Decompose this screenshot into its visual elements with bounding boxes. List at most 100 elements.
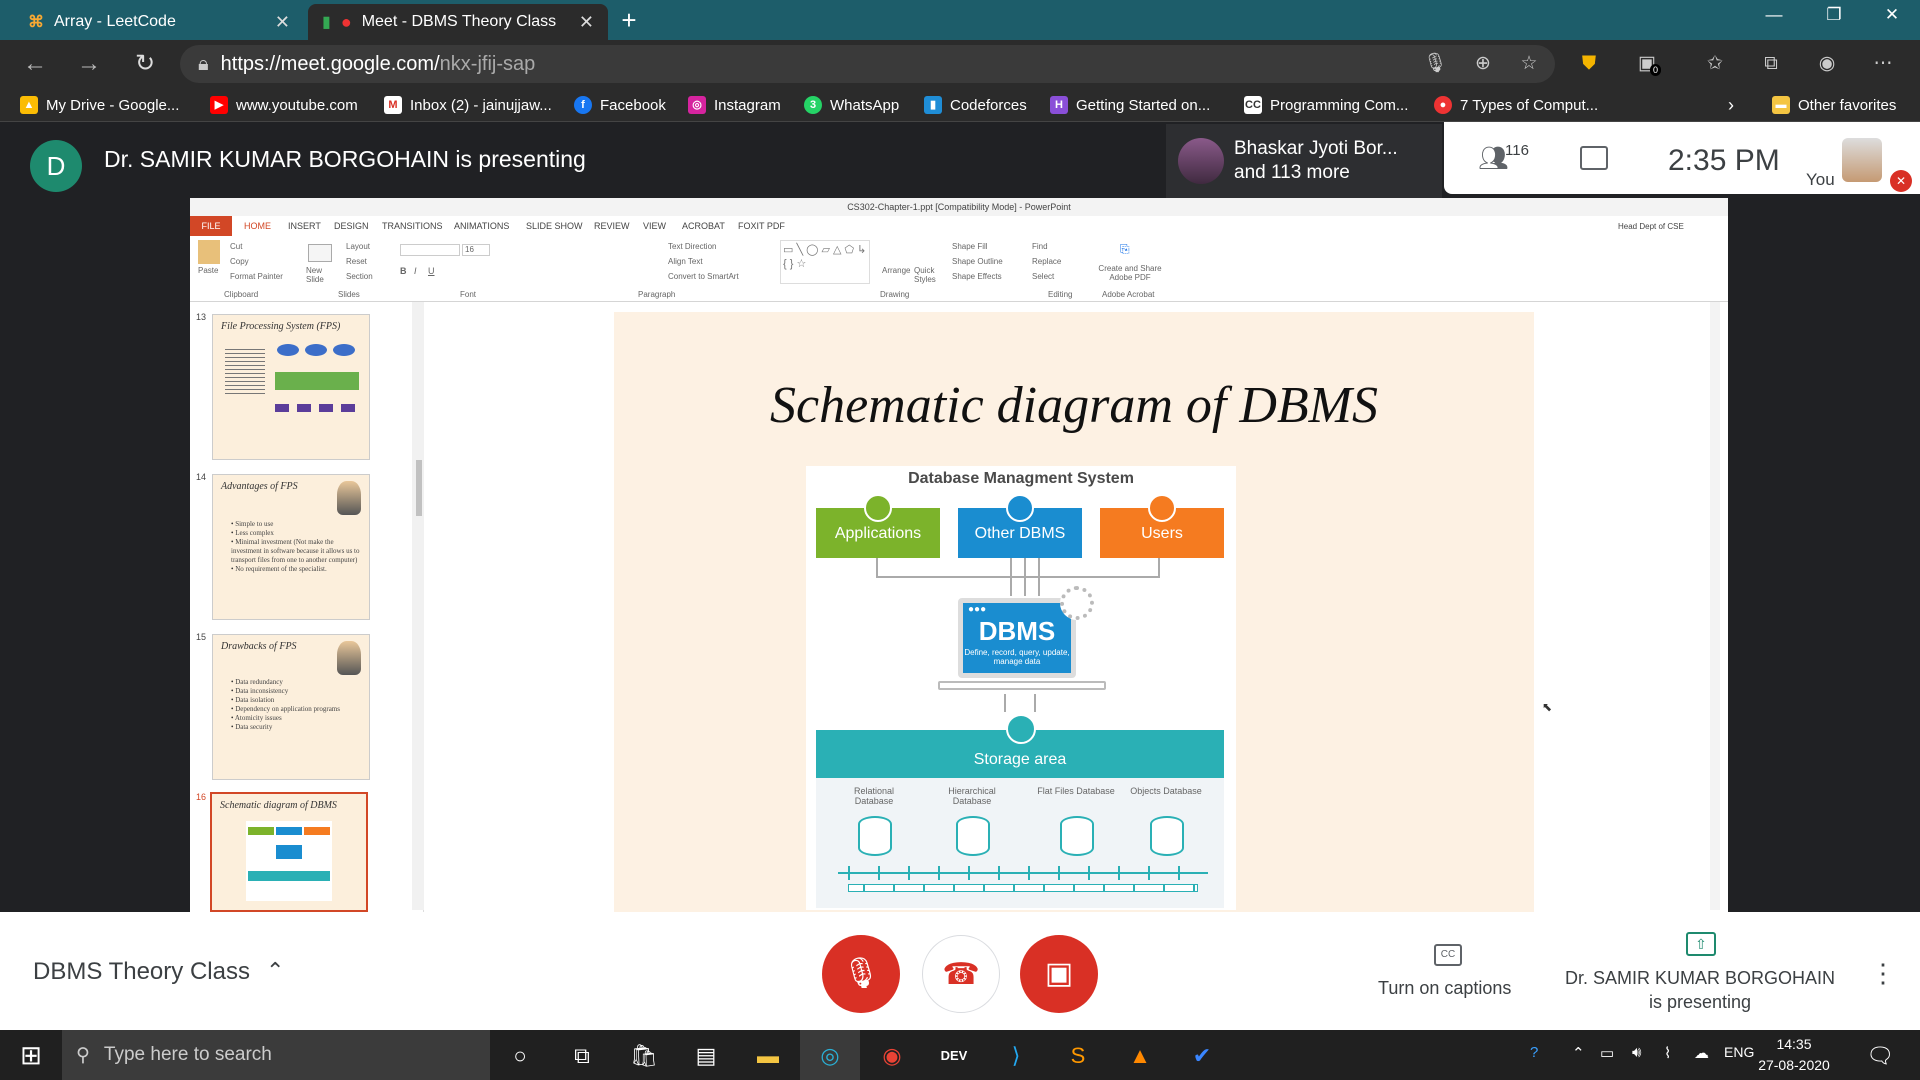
cortana-icon[interactable]: ○: [500, 1036, 540, 1076]
ppt-tab-view[interactable]: VIEW: [643, 216, 666, 236]
text-direction-button[interactable]: Text Direction: [668, 242, 716, 251]
notifications-icon[interactable]: 🗨︎: [1860, 1036, 1900, 1076]
profile-icon[interactable]: ◉: [1812, 50, 1842, 80]
slide-thumbnail-14[interactable]: Advantages of FPS Simple to use Less com…: [212, 474, 370, 620]
shape-fill-button[interactable]: Shape Fill: [952, 242, 988, 251]
todo-icon[interactable]: ✔: [1182, 1036, 1222, 1076]
thumbnail-scrollbar[interactable]: [412, 302, 424, 910]
volume-icon[interactable]: 🔊︎: [1632, 1044, 1641, 1061]
chrome-icon[interactable]: ◉: [872, 1036, 912, 1076]
align-text-button[interactable]: Align Text: [668, 257, 703, 266]
language-indicator[interactable]: ENG: [1724, 1044, 1754, 1060]
taskbar-clock[interactable]: 14:35 27-08-2020: [1754, 1034, 1834, 1076]
close-icon[interactable]: ✕: [275, 12, 290, 33]
font-name-field[interactable]: [400, 244, 460, 256]
ppt-tab-design[interactable]: DESIGN: [334, 216, 369, 236]
slide-thumbnail-13[interactable]: File Processing System (FPS): [212, 314, 370, 460]
back-button[interactable]: ←: [18, 48, 52, 82]
copy-button[interactable]: Copy: [230, 257, 249, 266]
create-share-pdf-button[interactable]: Create and Share Adobe PDF: [1092, 264, 1168, 282]
ppt-tab-transitions[interactable]: TRANSITIONS: [382, 216, 443, 236]
italic-button[interactable]: I: [414, 266, 417, 276]
menu-icon[interactable]: ⋯: [1868, 50, 1898, 80]
arrange-button[interactable]: Arrange: [882, 266, 910, 275]
microphone-icon[interactable]: 🎙︎: [1420, 50, 1450, 80]
section-button[interactable]: Section: [346, 272, 373, 281]
reload-button[interactable]: ↻: [128, 48, 162, 82]
bookmark-programming[interactable]: CC Programming Com...: [1244, 92, 1408, 118]
paste-button[interactable]: Paste: [198, 266, 218, 275]
start-button[interactable]: ⊞: [14, 1038, 48, 1072]
bookmark-other-favorites[interactable]: ▬ Other favorites: [1772, 92, 1896, 118]
forward-button[interactable]: →: [72, 48, 106, 82]
mic-toggle-button[interactable]: 🎙︎: [822, 935, 900, 1013]
chat-icon[interactable]: [1580, 146, 1608, 170]
slide-thumbnail-16[interactable]: Schematic diagram of DBMS: [210, 792, 368, 912]
close-window-button[interactable]: ✕: [1864, 0, 1920, 32]
shape-effects-button[interactable]: Shape Effects: [952, 272, 1002, 281]
extension-icon[interactable]: ▣ 0: [1632, 50, 1662, 80]
font-size-field[interactable]: 16: [462, 244, 490, 256]
bold-button[interactable]: B: [400, 266, 407, 276]
cut-button[interactable]: Cut: [230, 242, 242, 251]
bookmark-types-computer[interactable]: ● 7 Types of Comput...: [1434, 92, 1598, 118]
ppt-tab-insert[interactable]: INSERT: [288, 216, 321, 236]
format-painter-button[interactable]: Format Painter: [230, 272, 283, 281]
bookmark-codeforces[interactable]: ▮ Codeforces: [924, 92, 1027, 118]
address-bar[interactable]: 🔒︎ https://meet.google.com/nkx-jfij-sap: [180, 45, 1555, 83]
tab-meet[interactable]: ▮ ● Meet - DBMS Theory Class ✕: [308, 4, 608, 40]
select-button[interactable]: Select: [1032, 272, 1054, 281]
task-view-icon[interactable]: ⧉: [562, 1036, 602, 1076]
captions-icon[interactable]: CC: [1434, 944, 1462, 966]
app-icon[interactable]: ▤: [686, 1036, 726, 1076]
close-icon[interactable]: ✕: [579, 12, 594, 33]
bookmark-whatsapp[interactable]: 3 WhatsApp: [804, 92, 899, 118]
sublime-icon[interactable]: S: [1058, 1036, 1098, 1076]
bookmark-gmail[interactable]: M Inbox (2) - jainujjaw...: [384, 92, 552, 118]
wifi-icon[interactable]: ⌇: [1664, 1044, 1671, 1062]
ppt-tab-review[interactable]: REVIEW: [594, 216, 630, 236]
bookmark-facebook[interactable]: f Facebook: [574, 92, 666, 118]
shapes-gallery[interactable]: ▭ ╲ ◯ ▱ △ ⬠ ↳ { } ☆: [780, 240, 870, 284]
vlc-icon[interactable]: ▲: [1120, 1036, 1160, 1076]
minimize-button[interactable]: —: [1746, 0, 1802, 32]
tab-leetcode[interactable]: ⌘ Array - LeetCode ✕: [14, 4, 304, 40]
onedrive-icon[interactable]: ☁︎: [1694, 1044, 1709, 1062]
self-video-tile[interactable]: [1842, 138, 1882, 182]
camera-toggle-button[interactable]: ▣: [1020, 935, 1098, 1013]
chevron-up-icon[interactable]: ⌃: [266, 958, 284, 984]
present-screen-icon[interactable]: ⇧: [1686, 932, 1716, 956]
people-icon[interactable]: 👥︎: [1478, 144, 1508, 173]
bookmark-drive[interactable]: ▲ My Drive - Google...: [20, 92, 179, 118]
new-tab-button[interactable]: +: [612, 4, 646, 38]
file-explorer-icon[interactable]: ▬: [748, 1036, 788, 1076]
ppt-file-tab[interactable]: FILE: [190, 216, 232, 236]
slide-thumbnail-15[interactable]: Drawbacks of FPS Data redundancy Data in…: [212, 634, 370, 780]
ppt-tab-animations[interactable]: ANIMATIONS: [454, 216, 509, 236]
zoom-icon[interactable]: ⊕: [1468, 50, 1498, 80]
leave-call-button[interactable]: ☎︎: [922, 935, 1000, 1013]
shape-outline-button[interactable]: Shape Outline: [952, 257, 1003, 266]
bookmark-youtube[interactable]: ▶ www.youtube.com: [210, 92, 358, 118]
quick-styles-button[interactable]: Quick Styles: [914, 266, 940, 284]
taskbar-search[interactable]: ⚲ Type here to search: [62, 1030, 490, 1080]
battery-icon[interactable]: ▭: [1600, 1044, 1614, 1062]
more-options-icon[interactable]: ⋮: [1870, 958, 1896, 989]
store-icon[interactable]: 🛍︎: [624, 1036, 664, 1076]
editor-scrollbar[interactable]: [1710, 302, 1720, 910]
chevron-up-icon[interactable]: ⌃: [1572, 1044, 1585, 1062]
reset-button[interactable]: Reset: [346, 257, 367, 266]
collections-icon[interactable]: ⧉: [1756, 50, 1786, 80]
meeting-title[interactable]: DBMS Theory Class: [33, 958, 250, 986]
bookmark-instagram[interactable]: ◎ Instagram: [688, 92, 781, 118]
chevron-right-icon[interactable]: ›: [1728, 92, 1734, 118]
vscode-icon[interactable]: ⟩: [996, 1036, 1036, 1076]
new-slide-button[interactable]: New Slide: [306, 266, 336, 284]
scrollbar-thumb[interactable]: [416, 460, 422, 516]
find-button[interactable]: Find: [1032, 242, 1048, 251]
convert-smartart-button[interactable]: Convert to SmartArt: [668, 272, 739, 281]
ppt-tab-slideshow[interactable]: SLIDE SHOW: [526, 216, 583, 236]
edge-icon[interactable]: ◎: [810, 1036, 850, 1076]
ppt-tab-acrobat[interactable]: ACROBAT: [682, 216, 725, 236]
devc-icon[interactable]: DEV: [934, 1036, 974, 1076]
